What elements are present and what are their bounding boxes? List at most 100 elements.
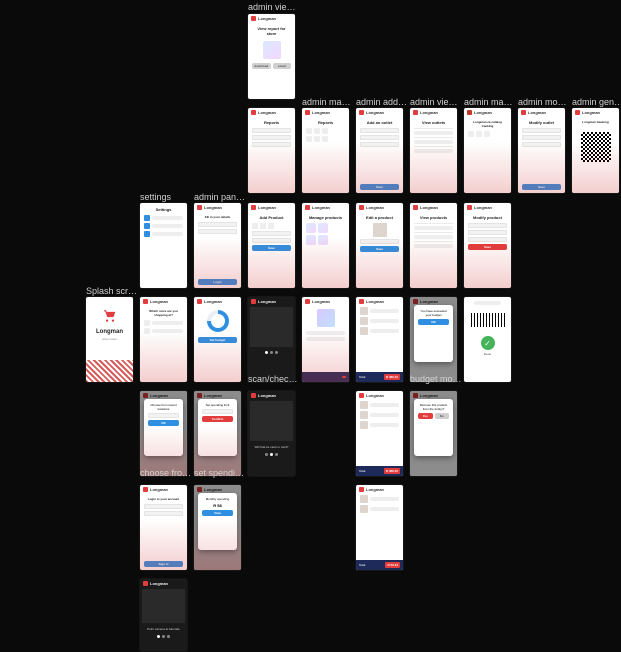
set-budget-button[interactable]: Set budget bbox=[198, 337, 237, 343]
frame-label[interactable]: admin man… bbox=[464, 97, 516, 108]
settings-item-profile[interactable] bbox=[152, 216, 183, 220]
artboard-cart-3[interactable]: Longman TotalR 52.24 bbox=[356, 485, 403, 570]
cart-item[interactable] bbox=[360, 411, 399, 419]
artboard-login[interactable]: Longman Login to your account Sign in bbox=[140, 485, 187, 570]
artboard-budget-warning[interactable]: Longman You have exceeded your budget OK bbox=[410, 297, 457, 382]
artboard-add-product[interactable]: Longman Add Product Save bbox=[248, 203, 295, 288]
yes-button[interactable]: Yes bbox=[418, 413, 433, 419]
frame-label[interactable]: settings bbox=[140, 192, 171, 203]
store-select[interactable] bbox=[252, 128, 291, 133]
artboard-welcome-shopping[interactable]: Longman Which store are you shopping at? bbox=[140, 297, 187, 382]
artboard-splash[interactable]: Longman shop smart bbox=[86, 297, 133, 382]
check-icon: ✓ bbox=[481, 336, 495, 350]
artboard-set-spending[interactable]: Longman Set spending limit Confirm bbox=[194, 391, 241, 476]
email-button[interactable]: email bbox=[273, 63, 292, 69]
artboard-admin-manage-products-menu[interactable]: Longman Longman.za catalog tracking bbox=[464, 108, 511, 193]
tile[interactable] bbox=[306, 128, 312, 134]
artboard-admin-view-outlets[interactable]: Longman View outlets bbox=[410, 108, 457, 193]
artboard-view-products[interactable]: Longman View products bbox=[410, 203, 457, 288]
outlet-name[interactable] bbox=[360, 128, 399, 133]
cart-item[interactable] bbox=[360, 495, 399, 503]
username-field[interactable] bbox=[198, 222, 237, 227]
artboard-admin-generate-qr[interactable]: Longman Longman Gauteng bbox=[572, 108, 619, 193]
cart-item[interactable] bbox=[360, 317, 399, 325]
no-button[interactable]: No bbox=[435, 413, 450, 419]
artboard-scan-1[interactable]: Longman bbox=[248, 297, 295, 382]
figma-canvas[interactable]: admin view … Longman View report for sto… bbox=[0, 0, 621, 652]
save-button[interactable]: Save bbox=[360, 246, 399, 252]
frame-label[interactable]: admin modi… bbox=[518, 97, 570, 108]
outlet-region[interactable] bbox=[360, 142, 399, 147]
download-button[interactable]: download bbox=[252, 63, 271, 69]
cart-total: R 486.40 bbox=[384, 374, 400, 380]
signin-button[interactable]: Sign in bbox=[144, 561, 183, 567]
camera-viewfinder[interactable] bbox=[250, 401, 293, 441]
password-field[interactable] bbox=[198, 229, 237, 234]
settings-item-logout[interactable] bbox=[152, 232, 183, 236]
title: Reports bbox=[252, 120, 291, 125]
save-button[interactable]: Save bbox=[468, 244, 507, 250]
view-button[interactable]: View bbox=[202, 510, 233, 516]
cart-item[interactable] bbox=[360, 307, 399, 315]
frame-label[interactable]: set spending… bbox=[194, 468, 246, 479]
artboard-admin-manage-reports[interactable]: Longman Reports bbox=[302, 108, 349, 193]
frame-label[interactable]: admin gene… bbox=[572, 97, 621, 108]
frame-label[interactable]: admin man… bbox=[302, 97, 354, 108]
artboard-cart-2[interactable]: Longman TotalR 486.40 bbox=[356, 391, 403, 476]
login-button[interactable]: Login bbox=[198, 279, 237, 285]
frame-label[interactable]: scan/check p… bbox=[248, 374, 300, 385]
cart-item[interactable] bbox=[360, 421, 399, 429]
artboard-admin-add-outlet[interactable]: Longman Add an outlet Save bbox=[356, 108, 403, 193]
outlet-address[interactable] bbox=[360, 135, 399, 140]
cart-item[interactable] bbox=[360, 401, 399, 409]
ok-button[interactable]: OK bbox=[418, 319, 449, 325]
frame-label[interactable]: choose from… bbox=[140, 468, 192, 479]
frame-label[interactable]: admin add … bbox=[356, 97, 408, 108]
artboard-help[interactable]: Longman bbox=[302, 297, 349, 382]
save-button[interactable]: Save bbox=[360, 184, 399, 190]
cart-icon bbox=[101, 307, 119, 325]
email-field[interactable] bbox=[144, 504, 183, 509]
location-option[interactable] bbox=[148, 413, 179, 418]
artboard-settings[interactable]: Settings bbox=[140, 203, 187, 288]
artboard-admin-login[interactable]: Longman Fill in your details Login bbox=[194, 203, 241, 288]
cart-item[interactable] bbox=[360, 505, 399, 513]
artboard-remove-confirm[interactable]: Longman Remove this product from the tro… bbox=[410, 391, 457, 476]
artboard-spend-dial[interactable]: Longman Set budget bbox=[194, 297, 241, 382]
scan-icon bbox=[144, 328, 150, 334]
camera-viewfinder[interactable] bbox=[250, 307, 293, 347]
menu-add[interactable] bbox=[468, 131, 474, 137]
artboard-choose-from[interactable]: Longman Choose from recent locations OK bbox=[140, 391, 187, 476]
menu-remove[interactable] bbox=[484, 131, 490, 137]
confirm-button[interactable]: Confirm bbox=[202, 416, 233, 422]
save-button[interactable]: Save bbox=[252, 245, 291, 251]
frame-label[interactable]: admin view … bbox=[248, 2, 300, 13]
artboard-admin-view-report[interactable]: Longman View report for store downloadem… bbox=[248, 14, 295, 99]
password-field[interactable] bbox=[144, 511, 183, 516]
amount-field[interactable] bbox=[202, 409, 233, 414]
artboard-admin-reports[interactable]: Longman Reports bbox=[248, 108, 295, 193]
frame-label[interactable]: admin view… bbox=[410, 97, 462, 108]
save-button[interactable]: Save bbox=[522, 184, 561, 190]
cart-item[interactable] bbox=[360, 327, 399, 335]
frame-label[interactable]: Splash screen bbox=[86, 286, 138, 297]
filter-field[interactable] bbox=[252, 142, 291, 147]
date-range[interactable] bbox=[252, 135, 291, 140]
settings-item-notifications[interactable] bbox=[152, 224, 183, 228]
artboard-edit-product[interactable]: Longman Edit a product Save bbox=[356, 203, 403, 288]
ok-button[interactable]: OK bbox=[148, 420, 179, 426]
artboard-scan-2[interactable]: Longman Will that be cash or card? bbox=[248, 391, 295, 476]
frame-label[interactable]: admin panel… bbox=[194, 192, 246, 203]
artboard-cart-1[interactable]: Longman TotalR 486.40 bbox=[356, 297, 403, 382]
artboard-modify-product[interactable]: Longman Modify product Save bbox=[464, 203, 511, 288]
product-image[interactable] bbox=[373, 223, 387, 237]
artboard-spending-summary[interactable]: Longman Monthly spending R 58 View bbox=[194, 485, 241, 570]
artboard-admin-modify-outlet[interactable]: Longman Modify outlet Save bbox=[518, 108, 565, 193]
artboard-scan-3[interactable]: Longman Point camera at barcode bbox=[140, 579, 187, 651]
camera-viewfinder[interactable] bbox=[142, 589, 185, 623]
frame-label[interactable]: budget mo… bbox=[410, 374, 462, 385]
artboard-manage-products[interactable]: Longman Manage products bbox=[302, 203, 349, 288]
spend-gauge[interactable] bbox=[207, 310, 229, 332]
menu-modify[interactable] bbox=[476, 131, 482, 137]
artboard-barcode-done[interactable]: ✓ Done bbox=[464, 297, 511, 382]
